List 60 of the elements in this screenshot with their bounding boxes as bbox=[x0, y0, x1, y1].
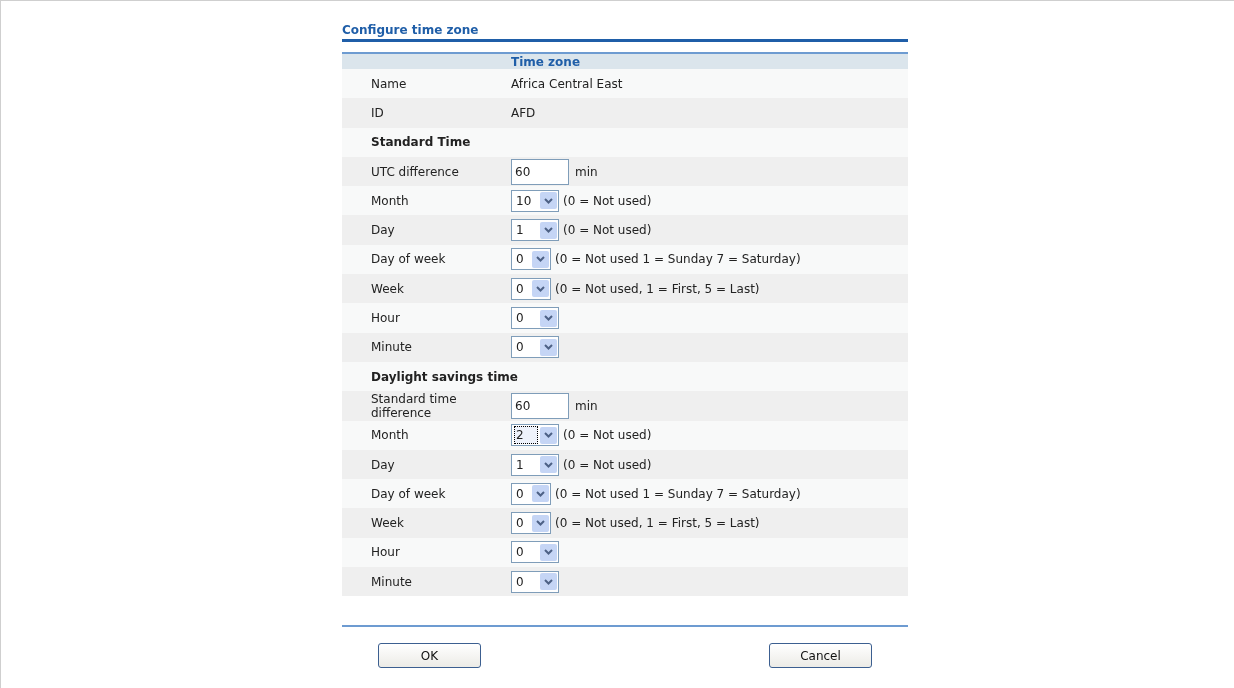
hint-text: (0 = Not used) bbox=[563, 192, 652, 210]
chevron-down-icon bbox=[536, 256, 545, 263]
ok-button[interactable]: OK bbox=[378, 643, 481, 669]
hint-text: (0 = Not used 1 = Sunday 7 = Saturday) bbox=[555, 485, 801, 503]
number-field[interactable]: 60 bbox=[511, 392, 569, 419]
field-label: Day bbox=[371, 457, 396, 472]
field-value: AFD bbox=[511, 104, 536, 122]
chevron-down-icon bbox=[544, 227, 553, 234]
chevron-down-icon bbox=[536, 285, 545, 292]
field-label: Minute bbox=[371, 340, 413, 355]
field-label: Hour bbox=[371, 545, 401, 560]
chevron-down-icon bbox=[544, 549, 553, 556]
hint-text: (0 = Not used) bbox=[563, 456, 652, 474]
field-label: Day bbox=[371, 223, 396, 238]
field-label: ID bbox=[371, 105, 385, 120]
dropdown[interactable]: 0 bbox=[511, 512, 551, 535]
dropdown[interactable]: 0 bbox=[511, 248, 551, 271]
field-label: Week bbox=[371, 516, 405, 531]
chevron-down-icon bbox=[536, 520, 545, 527]
hint-text: (0 = Not used) bbox=[563, 427, 652, 445]
column-header: Time zone bbox=[511, 54, 581, 69]
cancel-button[interactable]: Cancel bbox=[769, 643, 872, 669]
hint-text: (0 = Not used, 1 = First, 5 = Last) bbox=[555, 515, 760, 533]
page-title: Configure time zone bbox=[342, 22, 480, 38]
chevron-down-icon bbox=[536, 490, 545, 497]
chevron-down-icon bbox=[544, 578, 553, 585]
chevron-down-icon bbox=[544, 344, 553, 351]
chevron-down-icon bbox=[544, 197, 553, 204]
chevron-down-icon bbox=[544, 461, 553, 468]
section-heading: Daylight savings time bbox=[371, 369, 518, 384]
dropdown[interactable]: 1 bbox=[511, 453, 559, 476]
dropdown[interactable]: 0 bbox=[511, 482, 551, 505]
hint-text: (0 = Not used) bbox=[563, 222, 652, 240]
field-label: Standard time difference bbox=[371, 391, 458, 420]
field-label: Hour bbox=[371, 311, 401, 325]
field-label: Minute bbox=[371, 574, 413, 589]
dropdown[interactable]: 0 bbox=[511, 277, 551, 300]
dropdown[interactable]: 1 bbox=[511, 219, 559, 242]
field-label: Name bbox=[371, 76, 408, 91]
dropdown[interactable]: 10 bbox=[511, 189, 559, 212]
dropdown[interactable]: 0 bbox=[511, 570, 559, 593]
field-label: Day of week bbox=[371, 486, 447, 501]
field-label: Day of week bbox=[371, 252, 447, 267]
field-label: Month bbox=[371, 193, 410, 208]
unit-label: min bbox=[575, 163, 598, 181]
number-field[interactable]: 60 bbox=[511, 158, 569, 185]
field-label: Week bbox=[371, 281, 405, 296]
section-heading: Standard Time bbox=[371, 135, 472, 150]
unit-label: min bbox=[575, 397, 598, 415]
dropdown[interactable]: 0 bbox=[511, 336, 559, 359]
field-label: Month bbox=[371, 428, 410, 443]
chevron-down-icon bbox=[544, 315, 553, 321]
dropdown[interactable]: 2 bbox=[511, 424, 559, 447]
dropdown[interactable]: 0 bbox=[511, 541, 559, 564]
dropdown[interactable]: 0 bbox=[511, 307, 559, 329]
field-label: UTC difference bbox=[371, 164, 460, 179]
hint-text: (0 = Not used 1 = Sunday 7 = Saturday) bbox=[555, 251, 801, 269]
chevron-down-icon bbox=[544, 432, 553, 439]
hint-text: (0 = Not used, 1 = First, 5 = Last) bbox=[555, 280, 760, 298]
field-value: Africa Central East bbox=[511, 75, 623, 93]
